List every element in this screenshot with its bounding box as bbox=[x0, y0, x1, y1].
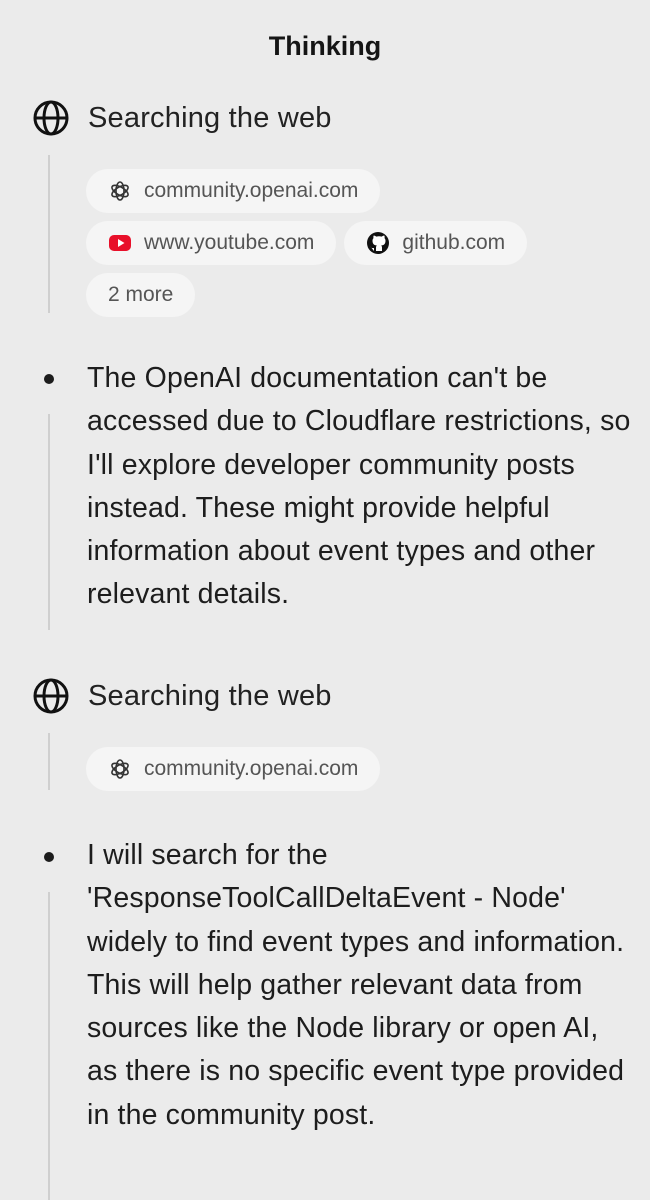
page-title: Thinking bbox=[268, 31, 382, 61]
timeline-line bbox=[48, 892, 50, 1200]
source-chip[interactable]: github.com bbox=[344, 221, 528, 265]
source-chip-label: www.youtube.com bbox=[144, 231, 315, 254]
youtube-icon bbox=[108, 231, 132, 255]
source-chip-label: github.com bbox=[402, 231, 506, 254]
timeline-line bbox=[48, 155, 50, 313]
source-chips: community.openai.com www.youtube.com git… bbox=[86, 169, 606, 325]
openai-icon bbox=[108, 179, 132, 203]
globe-icon bbox=[32, 99, 70, 137]
search-step-header[interactable]: Searching the web bbox=[32, 98, 332, 138]
search-step-header[interactable]: Searching the web bbox=[32, 676, 332, 716]
source-chip[interactable]: community.openai.com bbox=[86, 747, 381, 791]
thought-text: The OpenAI documentation can't be access… bbox=[87, 362, 631, 611]
github-icon bbox=[366, 231, 390, 255]
thought-text: I will search for the 'ResponseToolCallD… bbox=[87, 839, 625, 1131]
search-step-label: Searching the web bbox=[88, 679, 332, 712]
source-chip-label: 2 more bbox=[108, 283, 174, 306]
search-step-label: Searching the web bbox=[88, 101, 332, 134]
source-chip-label: community.openai.com bbox=[144, 179, 359, 202]
source-chip[interactable]: community.openai.com bbox=[86, 169, 381, 213]
source-chip-label: community.openai.com bbox=[144, 757, 359, 780]
globe-icon bbox=[32, 677, 70, 715]
openai-icon bbox=[108, 757, 132, 781]
bullet-icon bbox=[44, 852, 54, 862]
source-chips: community.openai.com bbox=[86, 747, 606, 799]
more-sources-chip[interactable]: 2 more bbox=[86, 273, 196, 317]
timeline-line bbox=[48, 733, 50, 790]
source-chip[interactable]: www.youtube.com bbox=[86, 221, 337, 265]
bullet-icon bbox=[44, 374, 54, 384]
timeline-line bbox=[48, 414, 50, 630]
